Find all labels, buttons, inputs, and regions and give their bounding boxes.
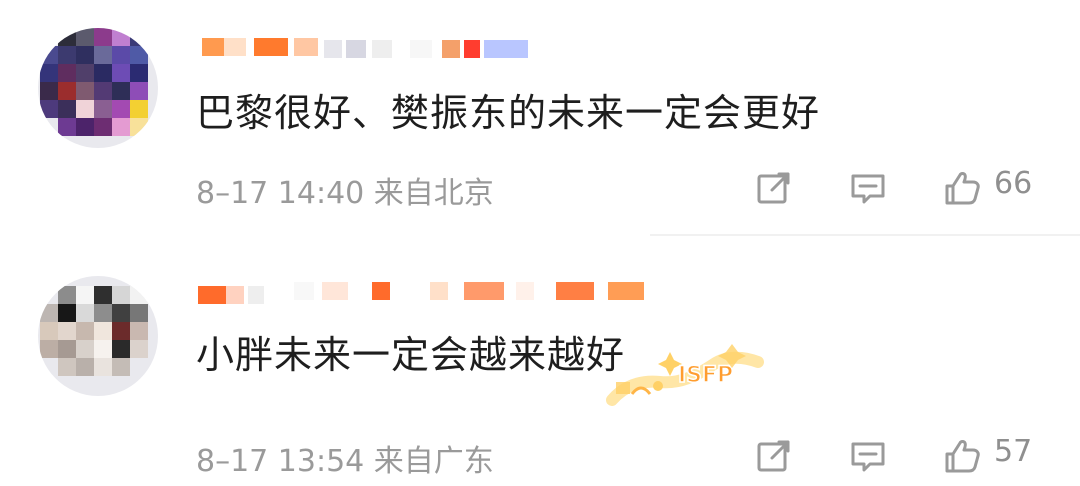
comment-meta: 8–17 13:54 来自广东 [196, 444, 494, 479]
avatar[interactable] [38, 276, 158, 396]
username-redacted[interactable] [196, 276, 656, 304]
comment-text: 小胖未来一定会越来越好 [196, 333, 626, 377]
avatar[interactable] [38, 28, 158, 148]
comment-item: 小胖未来一定会越来越好 ISFP 8–17 13:54 来自广东 57 [0, 236, 1080, 486]
reply-icon[interactable] [848, 436, 888, 476]
reply-icon[interactable] [848, 168, 888, 208]
share-icon[interactable] [754, 168, 794, 208]
username-redacted[interactable] [196, 34, 556, 58]
personality-badge: ISFP [606, 342, 766, 406]
comment-meta: 8–17 14:40 来自北京 [196, 176, 494, 211]
like-count: 66 [994, 166, 1033, 201]
thumbs-up-icon[interactable] [940, 168, 980, 208]
badge-text: ISFP [678, 363, 733, 388]
like-count: 57 [994, 434, 1033, 469]
comment-item: 巴黎很好、樊振东的未来一定会更好 8–17 14:40 来自北京 66 [0, 0, 1080, 236]
share-icon[interactable] [754, 436, 794, 476]
comment-actions: 57 [750, 434, 1050, 478]
comment-text: 巴黎很好、樊振东的未来一定会更好 [196, 91, 821, 135]
thumbs-up-icon[interactable] [940, 436, 980, 476]
comment-actions: 66 [750, 166, 1050, 210]
